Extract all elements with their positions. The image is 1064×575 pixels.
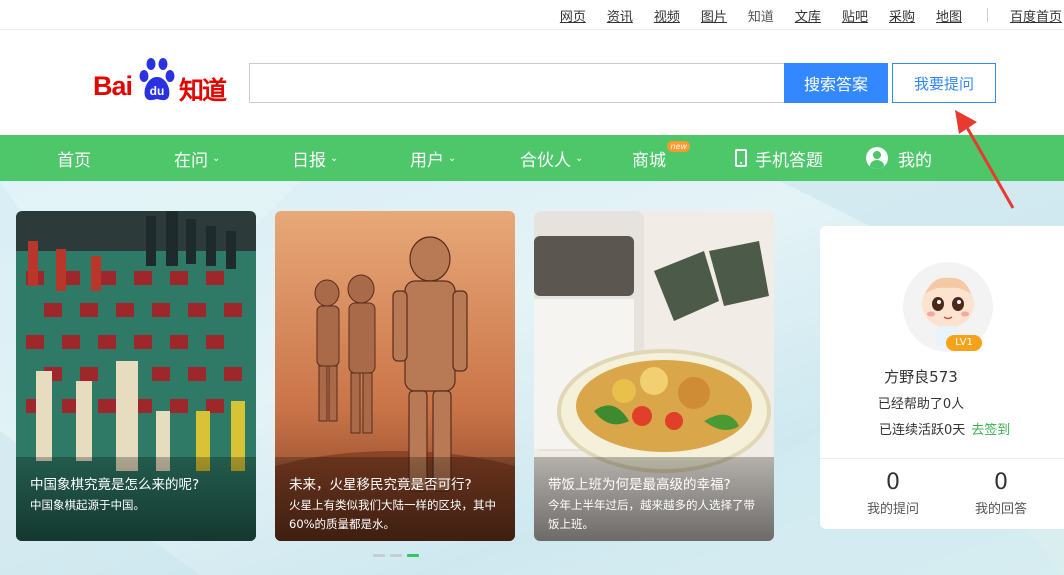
- carousel-dot-2[interactable]: [390, 554, 402, 557]
- card-description: 火星上有类似我们大陆一样的区块，其中60%的质量都是水。: [289, 498, 496, 531]
- nav-mobile-answer-label: 手机答题: [755, 150, 823, 171]
- card-title: 未来，火星移民究竟是否可行?: [289, 477, 472, 493]
- feature-card-lunchbox[interactable]: 带饭上班为何是最高级的幸福? 今年上半年过后，越来越多的人选择了带饭上班。: [534, 211, 774, 541]
- nav-zaiwen[interactable]: 在问 ⌄: [174, 135, 220, 181]
- chevron-down-icon: ⌄: [330, 152, 339, 164]
- top-link-video[interactable]: 视频: [654, 6, 680, 25]
- logo-du-text: du: [150, 84, 165, 98]
- card-description: 今年上半年过后，越来越多的人选择了带饭上班。: [548, 498, 755, 531]
- baidu-home-link[interactable]: 百度首页: [1010, 6, 1062, 25]
- my-questions-count: 0: [886, 470, 900, 495]
- user-profile-panel: LV1 方野良573 已经帮助了0人 已连续活跃0天 去签到 0 我的提问 0 我…: [820, 226, 1064, 529]
- active-days-text: 已连续活跃0天: [879, 423, 966, 438]
- ask-question-button[interactable]: 我要提问: [892, 63, 996, 103]
- red-annotation-arrow-icon: [955, 110, 1015, 209]
- level-badge: LV1: [946, 335, 982, 351]
- active-days-line: 已连续活跃0天 去签到: [879, 419, 1010, 438]
- main-navigation: 首页 在问 ⌄ 日报 ⌄ 用户 ⌄ 合伙人 ⌄ 商城 new 手机答题 我的: [0, 135, 1064, 181]
- top-navigation-bar: 网页 资讯 视频 图片 知道 文库 贴吧 采购 地图 百度首页: [0, 0, 1064, 30]
- logo-bai-text: Bai: [93, 71, 133, 101]
- helped-count-text: 已经帮助了0人: [877, 397, 965, 412]
- username[interactable]: 方野良573: [796, 366, 1046, 387]
- search-input[interactable]: [249, 63, 785, 103]
- top-links: 网页 资讯 视频 图片 知道 文库 贴吧 采购 地图 百度首页: [560, 0, 1064, 30]
- top-link-map[interactable]: 地图: [936, 6, 962, 25]
- feature-card-chess[interactable]: 中国象棋究竟是怎么来的呢? 中国象棋起源于中国。: [16, 211, 256, 541]
- my-answers-stat[interactable]: 0 我的回答: [966, 470, 1036, 517]
- carousel-indicators: [373, 554, 419, 557]
- new-badge: new: [667, 141, 690, 152]
- feature-card-mars[interactable]: 未来，火星移民究竟是否可行? 火星上有类似我们大陆一样的区块，其中60%的质量都…: [275, 211, 515, 541]
- baidu-paw-icon: du: [139, 58, 175, 101]
- chevron-down-icon: ⌄: [212, 152, 221, 164]
- nav-ribao-label: 日报: [292, 150, 326, 171]
- chevron-down-icon: ⌄: [575, 152, 584, 164]
- card-title: 带饭上班为何是最高级的幸福?: [548, 477, 731, 493]
- my-answers-label: 我的回答: [974, 502, 1027, 517]
- nav-shangcheng-label: 商城: [632, 150, 666, 171]
- nav-hehuoren-label: 合伙人: [520, 150, 571, 171]
- baidu-zhidao-logo[interactable]: Bai du 知道: [93, 56, 233, 105]
- nav-yonghu-label: 用户: [410, 150, 444, 171]
- user-icon: [866, 147, 888, 169]
- nav-hehuoren[interactable]: 合伙人 ⌄: [520, 135, 583, 181]
- my-questions-label: 我的提问: [866, 502, 919, 517]
- nav-mine[interactable]: 我的: [866, 135, 932, 181]
- search-answers-button[interactable]: 搜索答案: [784, 63, 888, 103]
- card-description: 中国象棋起源于中国。: [30, 498, 145, 512]
- card-title: 中国象棋究竟是怎么来的呢?: [30, 477, 200, 493]
- top-link-tieba[interactable]: 贴吧: [842, 6, 868, 25]
- nav-yonghu[interactable]: 用户 ⌄: [410, 135, 456, 181]
- nav-shangcheng[interactable]: 商城 new: [632, 135, 690, 181]
- nav-home[interactable]: 首页: [57, 135, 91, 181]
- checkin-link[interactable]: 去签到: [971, 423, 1010, 438]
- top-link-wenku[interactable]: 文库: [795, 6, 821, 25]
- top-link-news[interactable]: 资讯: [607, 6, 633, 25]
- chevron-down-icon: ⌄: [448, 152, 457, 164]
- my-answers-count: 0: [994, 470, 1008, 495]
- nav-home-label: 首页: [57, 150, 91, 171]
- nav-ribao[interactable]: 日报 ⌄: [292, 135, 338, 181]
- nav-mobile-answer[interactable]: 手机答题: [735, 135, 823, 181]
- my-questions-stat[interactable]: 0 我的提问: [858, 470, 928, 517]
- top-link-caigou[interactable]: 采购: [889, 6, 915, 25]
- logo-zhidao-text: 知道: [179, 76, 227, 105]
- mobile-phone-icon: [735, 149, 747, 167]
- carousel-dot-1[interactable]: [373, 554, 385, 557]
- top-link-zhidao-current: 知道: [747, 9, 774, 25]
- top-link-images[interactable]: 图片: [701, 6, 727, 25]
- nav-mine-label: 我的: [898, 150, 932, 171]
- top-links-divider: [986, 8, 988, 22]
- nav-zaiwen-label: 在问: [174, 150, 208, 171]
- profile-divider: [820, 458, 1064, 459]
- carousel-dot-3-active[interactable]: [407, 554, 419, 557]
- top-link-web[interactable]: 网页: [560, 6, 586, 25]
